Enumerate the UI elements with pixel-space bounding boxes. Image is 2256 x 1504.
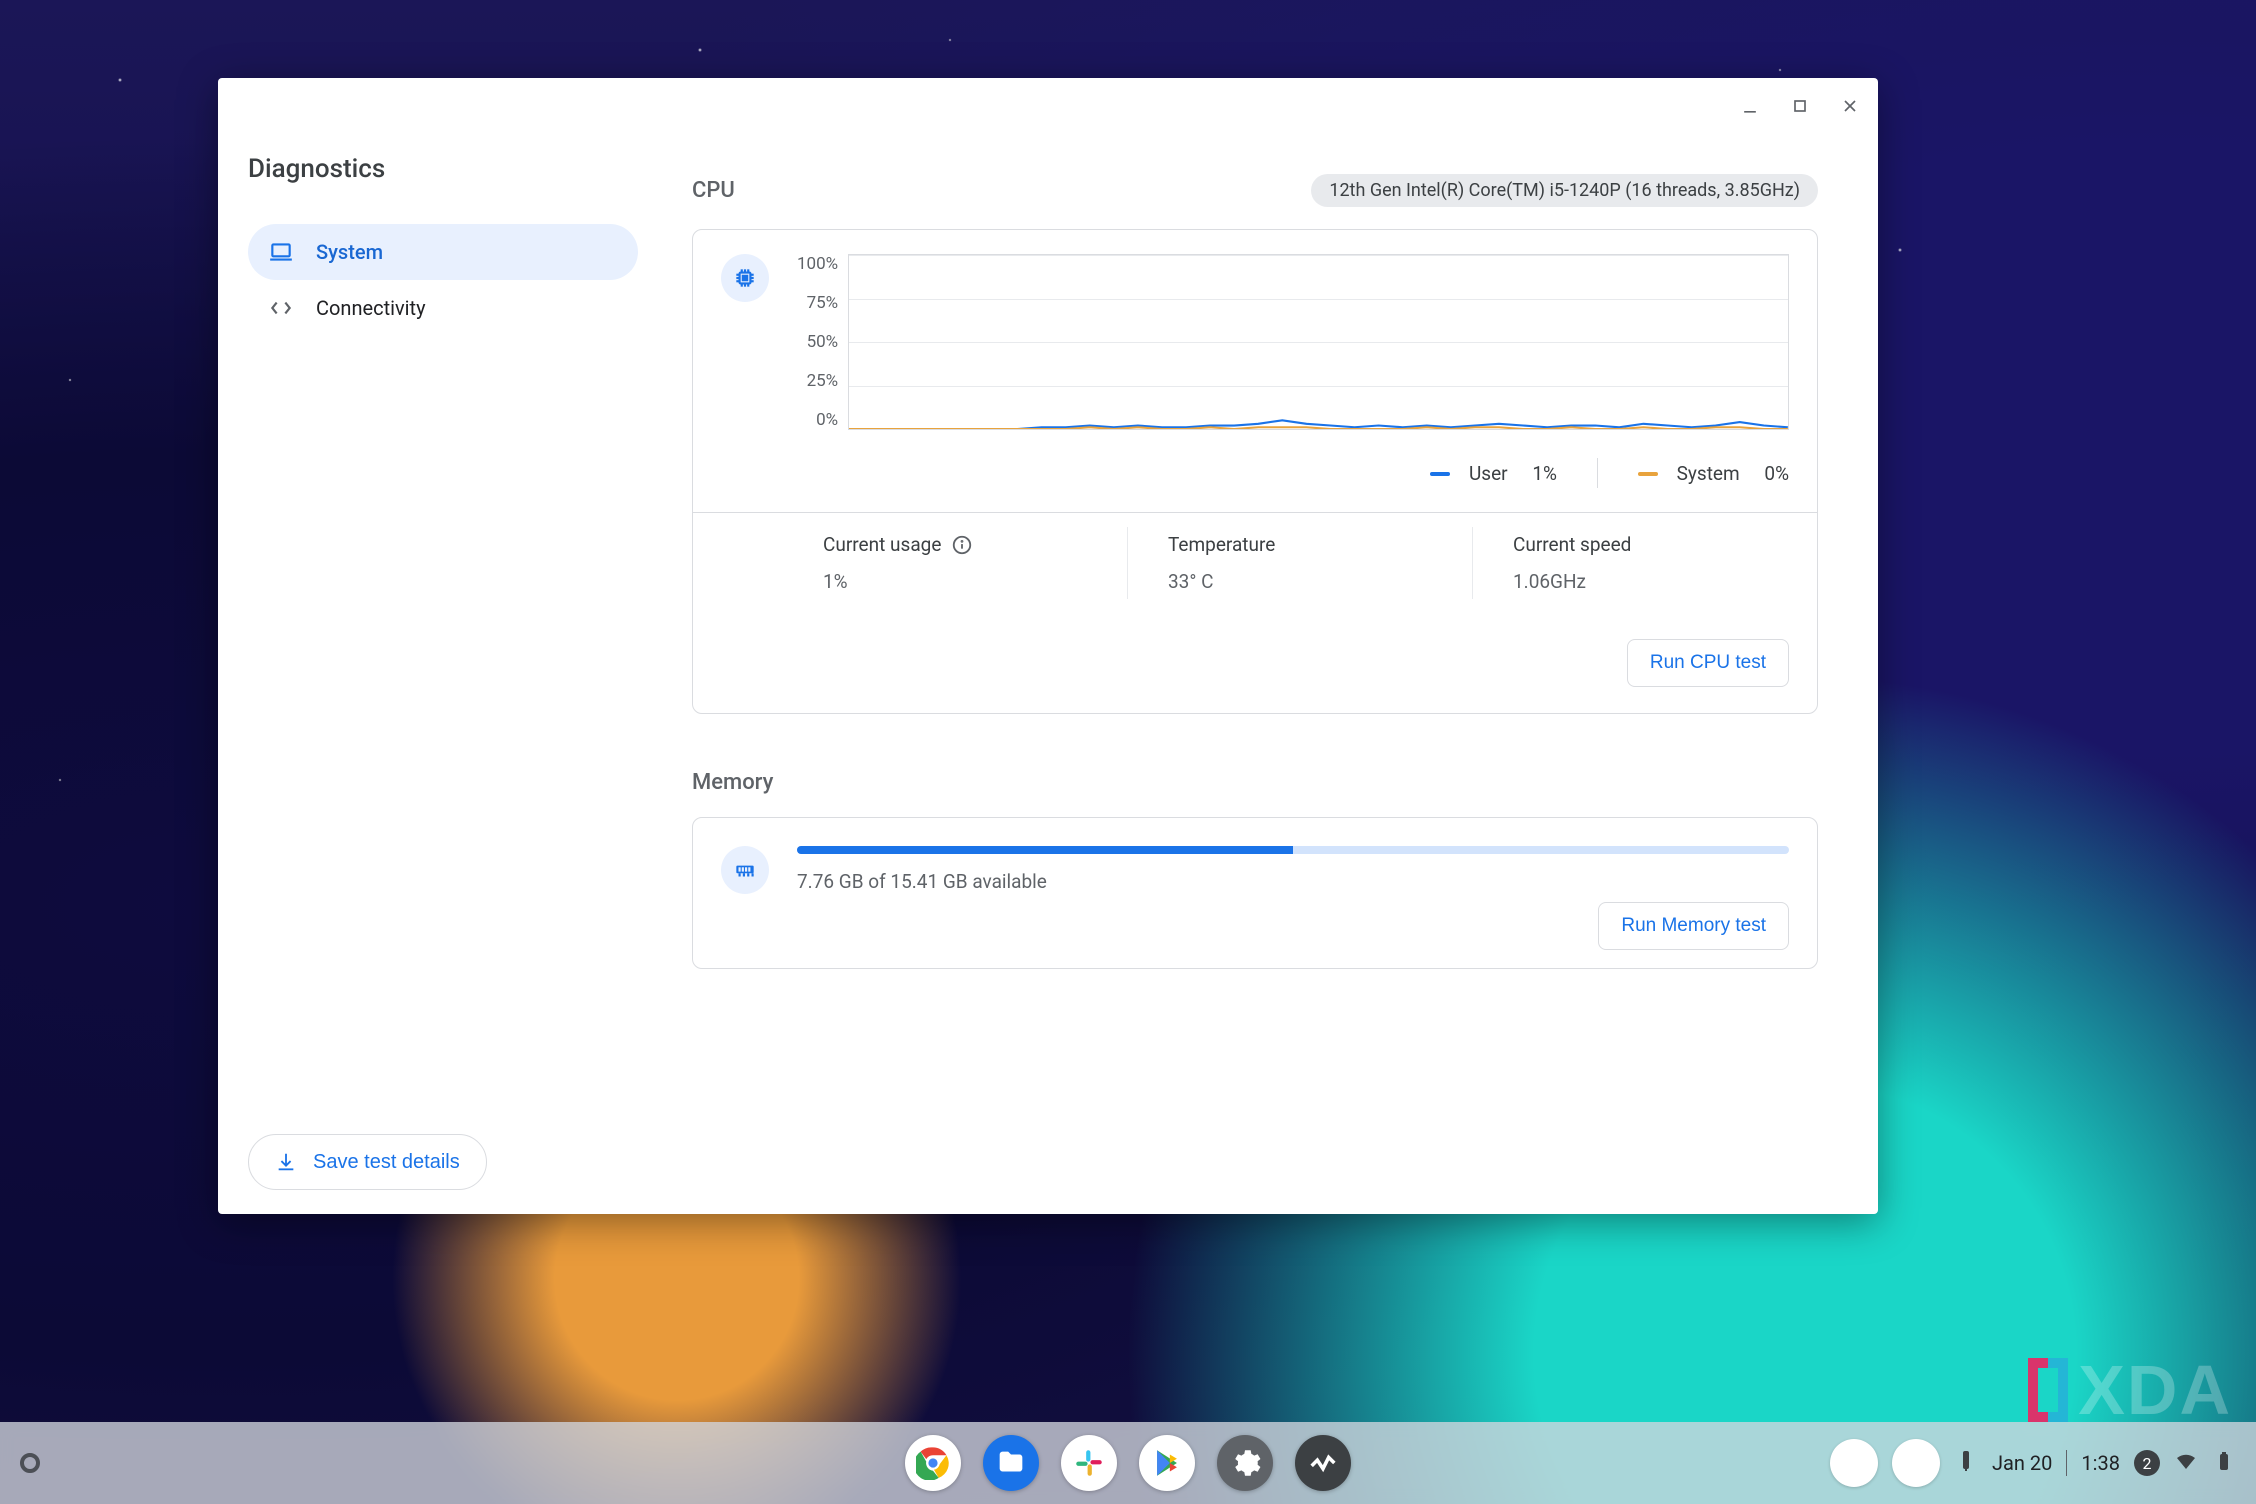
watermark: XDA bbox=[2028, 1350, 2232, 1430]
run-memory-test-button[interactable]: Run Memory test bbox=[1598, 902, 1789, 950]
close-button[interactable] bbox=[1834, 90, 1866, 122]
legend-user-label: User bbox=[1469, 462, 1508, 485]
sidebar: Diagnostics System Connectivity Save tes… bbox=[218, 134, 668, 1214]
cpu-section-header: CPU 12th Gen Intel(R) Core(TM) i5-1240P … bbox=[692, 174, 1818, 207]
current-usage-label: Current usage bbox=[823, 533, 1087, 556]
sidebar-item-label: System bbox=[316, 240, 383, 264]
memory-title: Memory bbox=[692, 770, 773, 795]
chart-legend: User 1% System 0% bbox=[797, 458, 1789, 488]
cpu-usage-chart: 100%75%50%25%0% bbox=[797, 254, 1789, 430]
memory-text: 7.76 GB of 15.41 GB available bbox=[797, 870, 1789, 893]
sidebar-item-connectivity[interactable]: Connectivity bbox=[248, 280, 638, 336]
maximize-button[interactable] bbox=[1784, 90, 1816, 122]
speed-value: 1.06GHz bbox=[1513, 570, 1777, 593]
app-play-store[interactable] bbox=[1139, 1435, 1195, 1491]
legend-swatch-user bbox=[1430, 472, 1450, 476]
app-files[interactable] bbox=[983, 1435, 1039, 1491]
diagnostics-window: Diagnostics System Connectivity Save tes… bbox=[218, 78, 1878, 1214]
arrows-horizontal-icon bbox=[268, 295, 294, 321]
info-icon[interactable] bbox=[951, 534, 973, 556]
app-settings[interactable] bbox=[1217, 1435, 1273, 1491]
temperature-value: 33° C bbox=[1168, 570, 1432, 593]
battery-icon[interactable] bbox=[2212, 1449, 2236, 1478]
temperature-label: Temperature bbox=[1168, 533, 1432, 556]
system-tray[interactable]: Jan 20 1:38 2 bbox=[1830, 1439, 2236, 1487]
save-button-label: Save test details bbox=[313, 1151, 460, 1174]
cpu-title: CPU bbox=[692, 178, 735, 203]
titlebar bbox=[218, 78, 1878, 134]
memory-card: 7.76 GB of 15.41 GB available Run Memory… bbox=[692, 817, 1818, 969]
notification-count[interactable]: 2 bbox=[2134, 1450, 2160, 1476]
app-diagnostics[interactable] bbox=[1295, 1435, 1351, 1491]
shelf-apps bbox=[905, 1435, 1351, 1491]
save-test-details-button[interactable]: Save test details bbox=[248, 1134, 487, 1190]
tray-tote[interactable] bbox=[1892, 1439, 1940, 1487]
app-slack[interactable] bbox=[1061, 1435, 1117, 1491]
legend-system-label: System bbox=[1677, 462, 1740, 485]
app-title: Diagnostics bbox=[248, 154, 638, 184]
tray-date: Jan 20 bbox=[1992, 1451, 2052, 1475]
main-content: CPU 12th Gen Intel(R) Core(TM) i5-1240P … bbox=[668, 134, 1878, 1214]
sidebar-item-system[interactable]: System bbox=[248, 224, 638, 280]
current-usage-value: 1% bbox=[823, 570, 1087, 593]
sidebar-item-label: Connectivity bbox=[316, 296, 426, 320]
cpu-stats-row: Current usage 1% Temperature 33° C Curre… bbox=[693, 512, 1817, 613]
cpu-chip-icon bbox=[721, 254, 769, 302]
run-cpu-test-button[interactable]: Run CPU test bbox=[1627, 639, 1789, 687]
tray-time: 1:38 bbox=[2081, 1451, 2120, 1475]
legend-system-value: 0% bbox=[1764, 462, 1789, 485]
memory-bar bbox=[797, 846, 1789, 854]
cpu-model-chip: 12th Gen Intel(R) Core(TM) i5-1240P (16 … bbox=[1311, 174, 1818, 207]
cpu-card: 100%75%50%25%0% User 1% bbox=[692, 229, 1818, 714]
memory-icon bbox=[721, 846, 769, 894]
legend-swatch-system bbox=[1638, 472, 1658, 476]
wifi-icon[interactable] bbox=[2174, 1449, 2198, 1478]
laptop-icon bbox=[268, 239, 294, 265]
tray-phone-hub[interactable] bbox=[1830, 1439, 1878, 1487]
memory-section-header: Memory bbox=[692, 770, 1818, 795]
speed-label: Current speed bbox=[1513, 533, 1777, 556]
download-icon bbox=[275, 1151, 297, 1173]
minimize-button[interactable] bbox=[1734, 90, 1766, 122]
launcher-button[interactable] bbox=[20, 1453, 40, 1473]
stylus-icon[interactable] bbox=[1954, 1449, 1978, 1478]
shelf: Jan 20 1:38 2 bbox=[0, 1422, 2256, 1504]
app-chrome[interactable] bbox=[905, 1435, 961, 1491]
legend-user-value: 1% bbox=[1532, 462, 1557, 485]
